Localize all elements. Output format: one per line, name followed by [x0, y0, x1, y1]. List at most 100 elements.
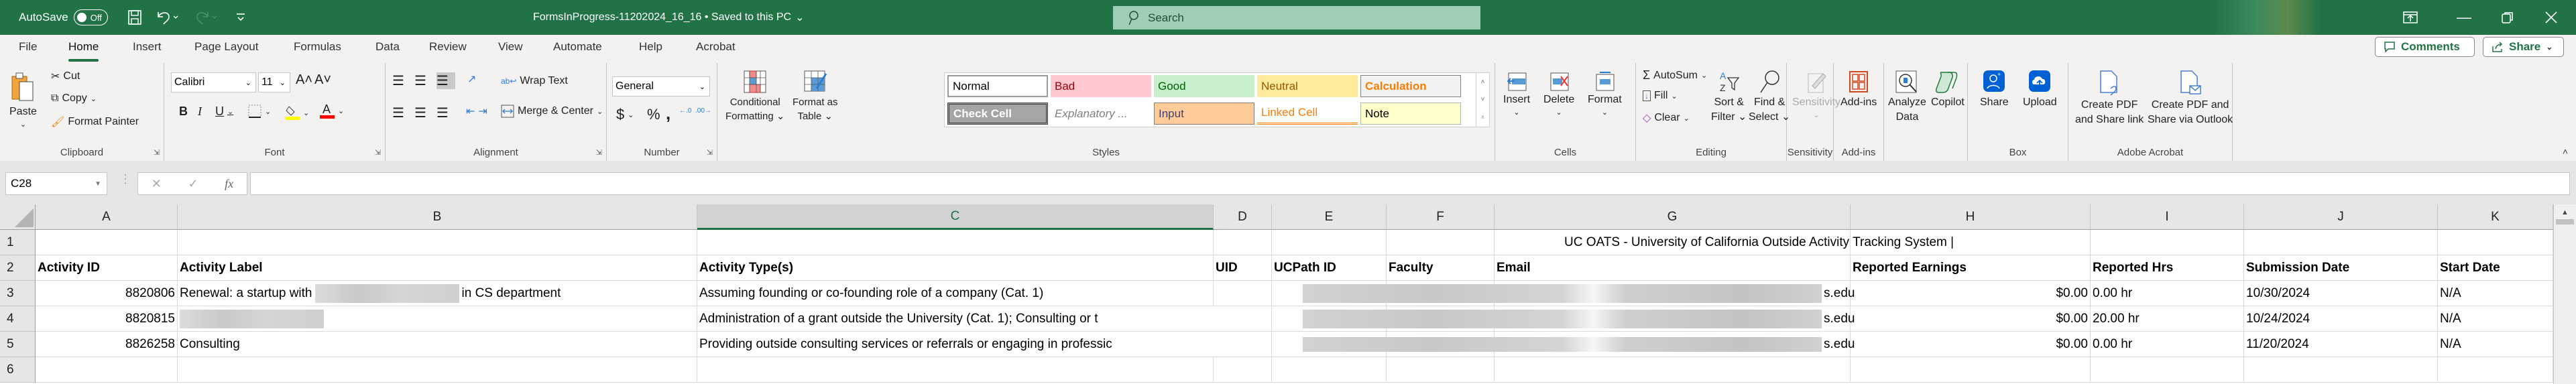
- redo-button[interactable]: [194, 0, 219, 35]
- cell-b1[interactable]: [178, 230, 697, 255]
- activity-id-cell[interactable]: 8820815: [36, 306, 178, 332]
- cell-a6[interactable]: [36, 357, 178, 383]
- column-header-f[interactable]: F: [1387, 204, 1495, 230]
- cell-style-check-cell[interactable]: Check Cell: [947, 103, 1048, 125]
- cell-k1[interactable]: [2438, 230, 2553, 255]
- close-button[interactable]: [2528, 0, 2575, 35]
- paste-button[interactable]: Paste ⌄: [9, 71, 37, 129]
- bold-button[interactable]: B: [179, 105, 188, 119]
- vertical-scrollbar[interactable]: ▲: [2553, 204, 2576, 384]
- cell-style-note[interactable]: Note: [1360, 103, 1461, 125]
- row-header-1[interactable]: 1: [0, 230, 36, 255]
- cell-style-neutral[interactable]: Neutral: [1257, 75, 1358, 97]
- tab-help[interactable]: Help: [639, 40, 662, 60]
- autosum-button[interactable]: Σ AutoSum ⌄: [1643, 68, 1707, 82]
- create-pdf-share-outlook-button[interactable]: Create PDF and Share via Outlook: [2148, 70, 2233, 127]
- decrease-decimal-button[interactable]: .00→: [695, 107, 711, 115]
- decrease-font-size-button[interactable]: A˅: [314, 72, 331, 88]
- start-date-cell[interactable]: N/A: [2438, 332, 2553, 357]
- scroll-up-icon[interactable]: ▲: [2554, 204, 2576, 216]
- number-format-select[interactable]: General ⌄: [612, 76, 710, 97]
- cell-style-good[interactable]: Good: [1154, 75, 1254, 97]
- column-header-e[interactable]: E: [1272, 204, 1387, 230]
- cell-b6[interactable]: [178, 357, 697, 383]
- format-painter-button[interactable]: 🖌 Format Painter: [51, 115, 139, 129]
- cell-j1[interactable]: [2244, 230, 2438, 255]
- row-header-3[interactable]: 3: [0, 281, 36, 306]
- gallery-down-icon[interactable]: ˅: [1481, 96, 1485, 103]
- column-header-c[interactable]: C: [697, 204, 1214, 230]
- cell-h6[interactable]: [1851, 357, 2091, 383]
- tab-view[interactable]: View: [498, 40, 523, 60]
- document-title[interactable]: FormsInProgress-11202024_16_16 • Saved t…: [533, 0, 804, 35]
- activity-label-cell[interactable]: Renewal: a startup with in CS department: [178, 281, 697, 306]
- cell-c6[interactable]: [697, 357, 1214, 383]
- search-box[interactable]: Search: [1113, 6, 1480, 29]
- tab-page-layout[interactable]: Page Layout: [194, 40, 258, 60]
- sort-filter-button[interactable]: AZ Sort & Filter ⌄: [1711, 70, 1747, 124]
- column-header-j[interactable]: J: [2244, 204, 2438, 230]
- percent-button[interactable]: %: [647, 106, 660, 123]
- gallery-more-icon[interactable]: ⩡: [1481, 114, 1485, 121]
- share-button[interactable]: Share ⌄: [2483, 37, 2564, 57]
- tab-data[interactable]: Data: [375, 40, 400, 60]
- gallery-scroll[interactable]: ˄ ˅ ⩡: [1476, 73, 1489, 127]
- merge-center-button[interactable]: Merge & Center ⌄: [501, 105, 603, 118]
- cell-k6[interactable]: [2438, 357, 2553, 383]
- vertical-align-buttons[interactable]: ☰ ☰ ☰: [392, 72, 455, 89]
- enter-icon[interactable]: ✓: [188, 177, 198, 191]
- tab-automate[interactable]: Automate: [553, 40, 602, 60]
- select-all-button[interactable]: [0, 204, 36, 230]
- delete-cells-button[interactable]: Delete ⌄: [1543, 71, 1574, 117]
- cut-button[interactable]: ✂ Cut: [51, 70, 80, 83]
- format-cells-button[interactable]: Format ⌄: [1588, 71, 1622, 117]
- customize-qat-button[interactable]: [236, 0, 245, 35]
- copy-button[interactable]: ⧉ Copy ⌄: [51, 92, 97, 105]
- uid-cell[interactable]: [1214, 281, 1272, 306]
- tab-file[interactable]: File: [19, 40, 37, 60]
- row-header-6[interactable]: 6: [0, 357, 36, 383]
- row-header-2[interactable]: 2: [0, 255, 36, 281]
- cell-i6[interactable]: [2091, 357, 2244, 383]
- font-name-select[interactable]: Calibri ⌄: [171, 72, 256, 92]
- start-date-cell[interactable]: N/A: [2438, 281, 2553, 306]
- activity-type-cell[interactable]: Administration of a grant outside the Un…: [697, 306, 1272, 332]
- cell-f1[interactable]: [1387, 230, 1495, 255]
- currency-button[interactable]: $ ⌄: [616, 106, 634, 123]
- format-as-table-button[interactable]: Format as Table ⌄: [793, 70, 838, 123]
- submission-date-cell[interactable]: 10/24/2024: [2244, 306, 2438, 332]
- name-box[interactable]: C28 ▼: [5, 172, 107, 195]
- addins-button[interactable]: Add-ins: [1840, 70, 1877, 109]
- cell-style-input[interactable]: Input: [1154, 103, 1254, 125]
- comments-button[interactable]: Comments: [2375, 37, 2475, 57]
- conditional-formatting-button[interactable]: Conditional Formatting ⌄: [725, 70, 784, 123]
- increase-font-size-button[interactable]: A˄: [296, 72, 312, 88]
- column-header-a[interactable]: A: [36, 204, 178, 230]
- copilot-button[interactable]: Copilot: [1931, 70, 1965, 109]
- indent-buttons[interactable]: ⇤ ⇥: [466, 105, 487, 118]
- column-header-k[interactable]: K: [2438, 204, 2553, 230]
- submission-date-cell[interactable]: 10/30/2024: [2244, 281, 2438, 306]
- reported-hrs-cell[interactable]: 0.00 hr: [2091, 281, 2244, 306]
- activity-id-cell[interactable]: 8826258: [36, 332, 178, 357]
- cell-f6[interactable]: [1387, 357, 1495, 383]
- cell-g6[interactable]: [1495, 357, 1851, 383]
- cell-d1[interactable]: [1214, 230, 1272, 255]
- collapse-ribbon-icon[interactable]: ˄: [2563, 146, 2568, 157]
- cell-e1[interactable]: [1272, 230, 1387, 255]
- wrap-text-button[interactable]: ab↩ Wrap Text: [501, 75, 568, 87]
- clear-button[interactable]: ◇ Clear ⌄: [1643, 111, 1690, 125]
- cell-style-calculation[interactable]: Calculation: [1360, 75, 1461, 97]
- cancel-icon[interactable]: ✕: [152, 177, 162, 191]
- insert-cells-button[interactable]: Insert ⌄: [1503, 71, 1530, 117]
- undo-button[interactable]: [156, 0, 180, 35]
- tab-insert[interactable]: Insert: [133, 40, 162, 60]
- restore-button[interactable]: [2484, 0, 2531, 35]
- horizontal-align-buttons[interactable]: ☰ ☰ ☰: [392, 105, 455, 121]
- activity-label-cell[interactable]: Consulting: [178, 332, 697, 357]
- reported-earnings-cell[interactable]: $0.00: [1851, 281, 2091, 306]
- cell-style-bad[interactable]: Bad: [1051, 75, 1151, 97]
- reported-hrs-cell[interactable]: 0.00 hr: [2091, 332, 2244, 357]
- font-color-button[interactable]: A ⌄: [320, 102, 344, 119]
- cell-style-explanatory[interactable]: Explanatory ...: [1051, 103, 1151, 125]
